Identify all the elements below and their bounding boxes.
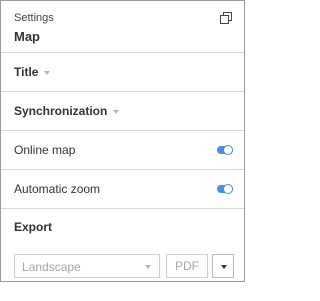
export-controls: Landscape PDF: [1, 245, 244, 301]
toggle-knob: [223, 145, 233, 155]
panel-caption: Settings: [14, 12, 54, 24]
automatic-zoom-toggle[interactable]: [217, 184, 233, 194]
chevron-down-icon: [145, 265, 151, 269]
title-section-label: Title: [14, 65, 39, 79]
export-format-dropdown-button[interactable]: [212, 254, 234, 278]
online-map-toggle[interactable]: [217, 145, 233, 155]
toggle-knob: [223, 184, 233, 194]
chevron-down-icon: [113, 110, 120, 114]
map-settings-panel: Settings Map Title Synchronization Onlin…: [0, 0, 245, 282]
synchronization-section[interactable]: Synchronization: [1, 92, 244, 130]
export-section-label: Export: [14, 220, 53, 234]
panel-header: Settings Map: [1, 1, 244, 52]
export-pdf-button[interactable]: PDF: [166, 254, 208, 278]
orientation-select-value: Landscape: [22, 260, 81, 274]
caret-down-icon: [221, 265, 227, 269]
restore-window-icon[interactable]: [220, 12, 232, 24]
panel-title: Map: [14, 29, 40, 44]
online-map-label: Online map: [14, 143, 76, 157]
chevron-down-icon: [44, 71, 51, 75]
automatic-zoom-row: Automatic zoom: [1, 170, 244, 208]
orientation-select[interactable]: Landscape: [14, 254, 160, 278]
title-section[interactable]: Title: [1, 53, 244, 91]
online-map-row: Online map: [1, 131, 244, 169]
synchronization-section-label: Synchronization: [14, 104, 108, 118]
export-section-header: Export: [1, 209, 244, 245]
automatic-zoom-label: Automatic zoom: [14, 182, 101, 196]
